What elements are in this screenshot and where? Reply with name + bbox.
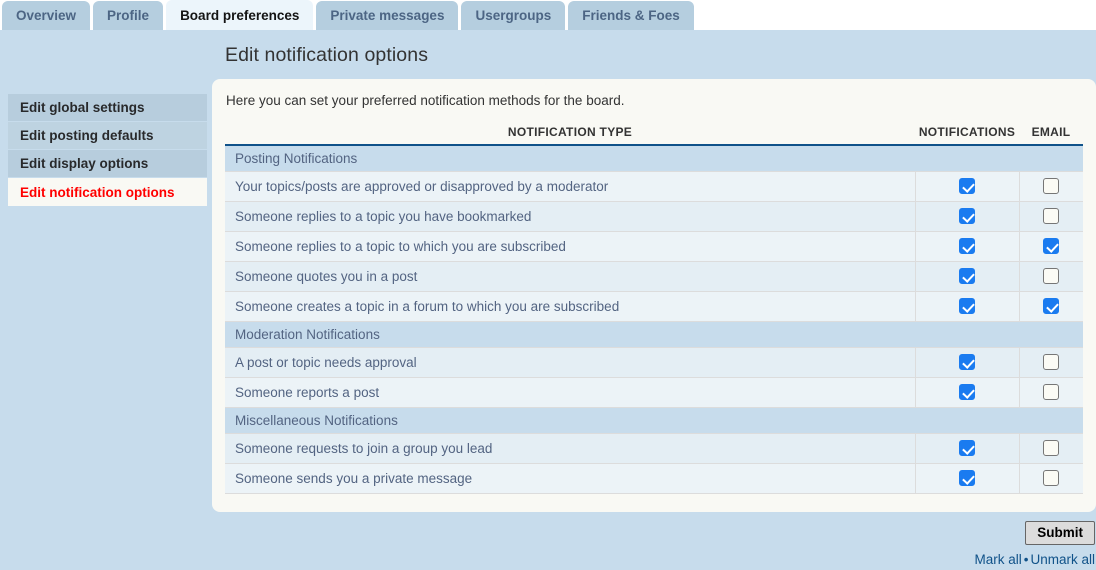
- notification-type-label: A post or topic needs approval: [225, 347, 915, 378]
- section-heading: Miscellaneous Notifications: [225, 407, 1083, 434]
- email-checkbox-unchecked[interactable]: [1043, 384, 1060, 401]
- table-row: Someone replies to a topic to which you …: [225, 231, 1083, 262]
- notifications-checkbox-checked[interactable]: [959, 268, 975, 285]
- notifications-cell: [914, 377, 1019, 408]
- email-checkbox-unchecked[interactable]: [1043, 354, 1060, 371]
- email-checkbox-checked[interactable]: [1043, 298, 1060, 315]
- table-row: Someone requests to join a group you lea…: [225, 433, 1083, 464]
- column-header-email: EMAIL: [1019, 125, 1083, 146]
- email-checkbox-unchecked[interactable]: [1043, 208, 1060, 225]
- notifications-cell: [914, 291, 1019, 322]
- sidebar-item-edit-notification-options[interactable]: Edit notification options: [8, 178, 207, 206]
- tab-friends-foes[interactable]: Friends & Foes: [568, 1, 694, 30]
- table-header-row: NOTIFICATION TYPE NOTIFICATIONS EMAIL: [225, 125, 1083, 146]
- section-header-row: Moderation Notifications: [225, 321, 1083, 348]
- email-cell: [1018, 231, 1083, 262]
- table-row: Someone quotes you in a post: [225, 261, 1083, 292]
- notifications-cell: [914, 231, 1019, 262]
- tab-label: Profile: [107, 8, 150, 23]
- notification-type-label: Someone sends you a private message: [225, 463, 915, 494]
- tab-board-preferences[interactable]: Board preferences: [166, 0, 314, 30]
- tab-usergroups[interactable]: Usergroups: [461, 1, 566, 30]
- table-row: Someone replies to a topic you have book…: [225, 201, 1083, 232]
- email-cell: [1018, 171, 1083, 202]
- notifications-cell: [914, 261, 1019, 292]
- email-checkbox-checked[interactable]: [1043, 238, 1060, 255]
- email-checkbox-unchecked[interactable]: [1043, 440, 1060, 457]
- submit-button[interactable]: Submit: [1025, 520, 1095, 545]
- section-header-row: Posting Notifications: [225, 145, 1083, 172]
- notifications-cell: [914, 347, 1019, 378]
- notifications-cell: [914, 433, 1019, 464]
- notification-options-panel: Here you can set your preferred notifica…: [212, 79, 1096, 512]
- sidebar-item-edit-global-settings[interactable]: Edit global settings: [8, 94, 207, 122]
- notification-type-label: Someone replies to a topic you have book…: [225, 201, 915, 232]
- page-body: Edit global settings Edit posting default…: [0, 30, 1096, 570]
- notification-type-label: Someone reports a post: [225, 377, 915, 408]
- tab-label: Overview: [16, 8, 77, 23]
- email-cell: [1018, 291, 1083, 322]
- primary-tab-bar: Overview Profile Board preferences Private …: [0, 0, 1096, 30]
- notifications-checkbox-checked[interactable]: [959, 470, 975, 487]
- sidebar-item-label: Edit global settings: [20, 100, 145, 115]
- panel-intro-text: Here you can set your preferred notifica…: [226, 93, 625, 108]
- email-checkbox-unchecked[interactable]: [1043, 268, 1060, 285]
- tab-label: Private messages: [330, 8, 445, 23]
- tab-label: Friends & Foes: [582, 8, 680, 23]
- email-cell: [1018, 201, 1083, 232]
- email-cell: [1018, 261, 1083, 292]
- email-cell: [1018, 463, 1083, 494]
- notifications-checkbox-checked[interactable]: [959, 298, 975, 315]
- sidebar-item-label: Edit posting defaults: [20, 128, 154, 143]
- notifications-checkbox-checked[interactable]: [959, 178, 975, 195]
- table-row: A post or topic needs approval: [225, 347, 1083, 378]
- section-heading: Moderation Notifications: [225, 321, 1083, 348]
- table-row: Someone reports a post: [225, 377, 1083, 408]
- unmark-all-link[interactable]: Unmark all: [1030, 552, 1095, 567]
- notifications-checkbox-checked[interactable]: [959, 354, 975, 371]
- sidebar-item-edit-posting-defaults[interactable]: Edit posting defaults: [8, 122, 207, 150]
- notification-type-label: Your topics/posts are approved or disapp…: [225, 171, 915, 202]
- section-heading: Posting Notifications: [225, 145, 1083, 172]
- sidebar-navigation: Edit global settings Edit posting default…: [8, 94, 207, 206]
- table-row: Someone sends you a private message: [225, 463, 1083, 494]
- email-checkbox-unchecked[interactable]: [1043, 470, 1060, 487]
- notification-type-label: Someone replies to a topic to which you …: [225, 231, 915, 262]
- sidebar-item-label: Edit display options: [20, 156, 149, 171]
- notification-type-label: Someone quotes you in a post: [225, 261, 915, 292]
- sidebar-item-edit-display-options[interactable]: Edit display options: [8, 150, 207, 178]
- table-row: Someone creates a topic in a forum to wh…: [225, 291, 1083, 322]
- notification-type-label: Someone requests to join a group you lea…: [225, 433, 915, 464]
- tab-profile[interactable]: Profile: [93, 1, 164, 30]
- column-header-notifications: NOTIFICATIONS: [915, 125, 1019, 146]
- tab-private-messages[interactable]: Private messages: [316, 1, 459, 30]
- email-checkbox-unchecked[interactable]: [1043, 178, 1060, 195]
- table-header: NOTIFICATION TYPE NOTIFICATIONS EMAIL: [225, 125, 1083, 146]
- notifications-checkbox-checked[interactable]: [959, 440, 975, 457]
- mark-all-link[interactable]: Mark all: [974, 552, 1021, 567]
- notifications-cell: [914, 171, 1019, 202]
- main-content-column: Edit notification options Here you can s…: [212, 30, 1096, 567]
- table-row: Your topics/posts are approved or disapp…: [225, 171, 1083, 202]
- email-cell: [1018, 433, 1083, 464]
- page-title: Edit notification options: [225, 44, 429, 66]
- notification-type-label: Someone creates a topic in a forum to wh…: [225, 291, 915, 322]
- notifications-checkbox-checked[interactable]: [959, 384, 975, 401]
- table-body: Posting Notifications Your topics/posts a…: [225, 145, 1083, 494]
- tab-overview[interactable]: Overview: [2, 1, 91, 30]
- tab-label: Usergroups: [475, 8, 552, 23]
- notifications-checkbox-checked[interactable]: [959, 238, 975, 255]
- tab-label: Board preferences: [180, 7, 300, 23]
- form-footer: Submit Mark all • Unmark all: [212, 512, 1096, 567]
- column-header-notification-type: NOTIFICATION TYPE: [225, 125, 915, 146]
- email-cell: [1018, 377, 1083, 408]
- notifications-cell: [914, 201, 1019, 232]
- section-header-row: Miscellaneous Notifications: [225, 407, 1083, 434]
- sidebar-item-label: Edit notification options: [20, 184, 175, 200]
- email-cell: [1018, 347, 1083, 378]
- notification-options-table: NOTIFICATION TYPE NOTIFICATIONS EMAIL Po…: [225, 125, 1083, 494]
- notifications-cell: [914, 463, 1019, 494]
- mark-links: Mark all • Unmark all: [212, 545, 1095, 567]
- notifications-checkbox-checked[interactable]: [959, 208, 975, 225]
